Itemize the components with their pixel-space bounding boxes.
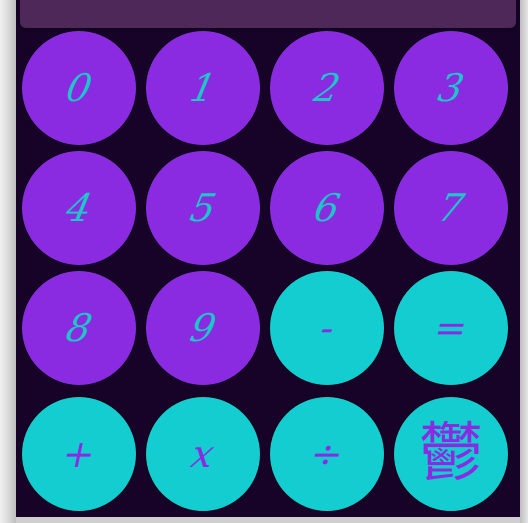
key-equals[interactable]: = <box>393 270 509 386</box>
key-minus-label: - <box>315 306 339 350</box>
key-0[interactable]: 0 <box>21 30 137 146</box>
key-plus[interactable]: + <box>21 396 137 512</box>
key-divide[interactable]: ÷ <box>269 396 385 512</box>
key-plus-label: + <box>58 432 100 476</box>
key-4-label: 4 <box>62 186 96 230</box>
key-2[interactable]: 2 <box>269 30 385 146</box>
key-8[interactable]: 8 <box>21 270 137 386</box>
key-7[interactable]: 7 <box>393 150 509 266</box>
key-5[interactable]: 5 <box>145 150 261 266</box>
key-multiply-label: x <box>187 432 219 476</box>
key-equals-label: = <box>430 306 472 350</box>
key-3-label: 3 <box>434 66 468 110</box>
key-divide-label: ÷ <box>306 432 348 476</box>
key-minus[interactable]: - <box>269 270 385 386</box>
key-multiply[interactable]: x <box>145 396 261 512</box>
key-3[interactable]: 3 <box>393 30 509 146</box>
key-0-label: 0 <box>62 66 96 110</box>
key-4[interactable]: 4 <box>21 150 137 266</box>
key-7-label: 7 <box>434 186 468 230</box>
frame-left-edge <box>0 0 16 523</box>
key-6-label: 6 <box>310 186 344 230</box>
key-clear-label: 鬱 <box>419 417 483 491</box>
calculator-display <box>20 0 516 28</box>
keypad: 0 1 2 3 4 5 6 7 8 9 - = + x ÷ 鬱 <box>21 30 517 515</box>
key-1-label: 1 <box>186 66 220 110</box>
key-1[interactable]: 1 <box>145 30 261 146</box>
key-5-label: 5 <box>186 186 220 230</box>
key-9-label: 9 <box>186 306 220 350</box>
key-9[interactable]: 9 <box>145 270 261 386</box>
key-8-label: 8 <box>62 306 96 350</box>
key-2-label: 2 <box>310 66 344 110</box>
calculator-panel: 0 1 2 3 4 5 6 7 8 9 - = + x ÷ 鬱 <box>16 0 520 517</box>
key-clear[interactable]: 鬱 <box>393 396 509 512</box>
frame-right-edge <box>520 0 528 523</box>
window-frame: 0 1 2 3 4 5 6 7 8 9 - = + x ÷ 鬱 <box>0 0 528 523</box>
key-6[interactable]: 6 <box>269 150 385 266</box>
